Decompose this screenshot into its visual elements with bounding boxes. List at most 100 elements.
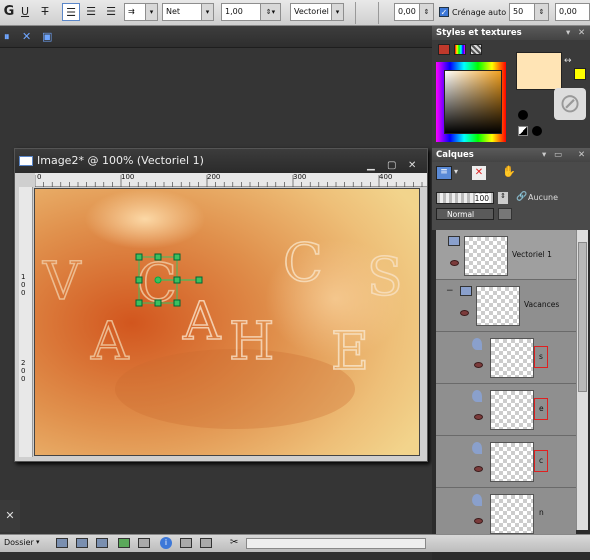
view-icon[interactable] [96, 538, 108, 548]
layer-name: Vectoriel 1 [512, 250, 552, 259]
stepper-icon: ⇕▾ [260, 4, 280, 20]
layers-panel-title: Calques [436, 150, 474, 160]
chevron-down-icon[interactable]: ▾ [36, 538, 40, 546]
folder-icon[interactable] [138, 538, 150, 548]
styles-tabs[interactable] [438, 44, 502, 56]
visibility-eye-icon[interactable] [474, 414, 483, 420]
canvas-letter: H [229, 312, 274, 372]
layer-row[interactable]: n [436, 488, 576, 540]
save-icon[interactable]: ▣ [42, 30, 52, 43]
style-circle-icon[interactable] [518, 110, 528, 120]
new-layer-icon[interactable]: ≡ [436, 166, 452, 180]
image-window: Image2* @ 100% (Vectoriel 1) ▁ ▢ ✕ 0 100… [14, 148, 428, 462]
layer-row[interactable]: c [436, 436, 576, 488]
stroke-width-value: 1,00 [225, 7, 243, 16]
refresh-icon[interactable] [76, 538, 88, 548]
chevron-down-icon[interactable]: ▾ [454, 167, 458, 176]
underline-button[interactable]: U [16, 3, 34, 21]
palette-tab-icon[interactable] [454, 44, 466, 55]
pause-icon[interactable]: ⏸ [4, 30, 10, 44]
color-picker-square[interactable] [444, 70, 502, 134]
tracking-value: 0,00 [559, 7, 577, 16]
foreground-swatch[interactable] [516, 52, 562, 90]
pin-icon[interactable]: ▾ [542, 148, 546, 162]
text-direction-select[interactable]: ⇉ ▾ [124, 3, 158, 21]
vector-object-icon [472, 338, 482, 350]
chevron-down-icon: ▾ [145, 4, 157, 20]
line-style-value: Net [166, 7, 181, 16]
layers-scrollbar[interactable] [576, 230, 588, 530]
kerning-field[interactable]: 0,00 ⇕ [394, 3, 434, 21]
style-circle-icon[interactable] [532, 126, 542, 136]
text-toolbar: G U T ☰ ☰ ☰ ⇉ ▾ Net ▾ 1,00 ⇕▾ Vectoriel ▾ 0,… [0, 0, 590, 26]
stepper-icon: ⇕ [419, 4, 433, 20]
ruler-label: 400 [379, 173, 393, 181]
pin-icon[interactable]: ▾ [566, 26, 570, 40]
opacity-slider[interactable]: 100 [436, 192, 494, 204]
add-icon[interactable] [118, 538, 130, 548]
color-tab-icon[interactable] [438, 44, 450, 55]
tracking-field[interactable]: 0,00 [555, 3, 590, 21]
blend-mode-select[interactable]: Normal [436, 208, 494, 220]
visibility-eye-icon[interactable] [460, 310, 469, 316]
delete-layer-icon[interactable]: ✕ [472, 166, 486, 180]
align-left-button[interactable]: ☰ [62, 3, 80, 21]
canvas-letter: S [367, 248, 403, 308]
lock-transparency-icon[interactable] [498, 208, 512, 220]
layers-panel-header: Calques ▾ ▭ ✕ [432, 148, 590, 162]
restore-icon[interactable]: ▭ [554, 148, 562, 162]
image-canvas[interactable]: V C C S A A H E [34, 188, 420, 456]
swap-colors-icon[interactable]: ↔ [564, 56, 572, 66]
layer-thumbnail [476, 286, 520, 326]
align-right-button[interactable]: ☰ [102, 3, 120, 21]
tool-options-subbar: ⏸ ✕ ▣ [0, 26, 432, 48]
info-icon[interactable]: i [160, 537, 172, 549]
align-center-button[interactable]: ☰ [82, 3, 100, 21]
tool-icon[interactable]: ✂ [230, 537, 238, 548]
vector-object-icon [472, 494, 482, 506]
folder-label: Dossier [4, 538, 34, 547]
cancel-icon[interactable]: ✕ [22, 30, 31, 43]
visibility-eye-icon[interactable] [450, 260, 459, 266]
line-style-select[interactable]: Net ▾ [162, 3, 214, 21]
close-icon[interactable]: ✕ [578, 148, 585, 162]
layer-row[interactable]: s [436, 332, 576, 384]
collapse-icon[interactable]: − [446, 286, 454, 296]
link-icon[interactable]: 🔗 [516, 192, 527, 202]
strikethrough-button[interactable]: T [36, 3, 54, 21]
properties-icon[interactable]: ✋ [502, 165, 516, 178]
stroke-width-field[interactable]: 1,00 ⇕▾ [221, 3, 281, 21]
image-icon [19, 156, 33, 166]
no-style-icon[interactable]: ⊘ [554, 88, 586, 120]
create-as-select[interactable]: Vectoriel ▾ [290, 3, 344, 21]
layer-row[interactable]: e [436, 384, 576, 436]
visibility-eye-icon[interactable] [474, 362, 483, 368]
image-window-titlebar[interactable]: Image2* @ 100% (Vectoriel 1) ▁ ▢ ✕ [15, 149, 427, 173]
settings-icon[interactable] [180, 538, 192, 548]
leading-field[interactable]: 50 ⇕ [509, 3, 549, 21]
layer-row[interactable]: Vectoriel 1 [436, 230, 576, 280]
styles-panel-header: Styles et textures ▾ ✕ [432, 26, 590, 40]
layer-row[interactable]: − Vacances [436, 280, 576, 332]
transparency-toggle-icon[interactable] [518, 126, 528, 136]
close-icon[interactable]: ✕ [0, 500, 20, 532]
canvas-letter: A [90, 312, 130, 372]
close-icon[interactable]: ✕ [578, 26, 585, 40]
grid-icon[interactable] [200, 538, 212, 548]
auto-kerning-label: Crénage auto [452, 8, 507, 17]
stepper-icon[interactable]: ⇕ [498, 192, 508, 204]
visibility-eye-icon[interactable] [474, 466, 483, 472]
browse-icon[interactable] [56, 538, 68, 548]
kerning-value: 0,00 [398, 7, 416, 16]
background-swatch[interactable] [574, 68, 586, 80]
layers-toolbar: ≡ ▾ ✕ ✋ 100 ⇕ 🔗 Aucune Normal [432, 162, 590, 230]
scrollbar-thumb[interactable] [578, 242, 587, 392]
opacity-value: 100 [474, 194, 489, 203]
visibility-eye-icon[interactable] [474, 518, 483, 524]
texture-tab-icon[interactable] [470, 44, 482, 55]
auto-kerning-checkbox[interactable]: ✓ [439, 7, 449, 17]
blend-mode-value: Normal [447, 210, 475, 219]
ruler-vertical: 100 200 [19, 187, 33, 457]
ruler-label: 0 [37, 173, 42, 181]
layer-thumbnail [464, 236, 508, 276]
